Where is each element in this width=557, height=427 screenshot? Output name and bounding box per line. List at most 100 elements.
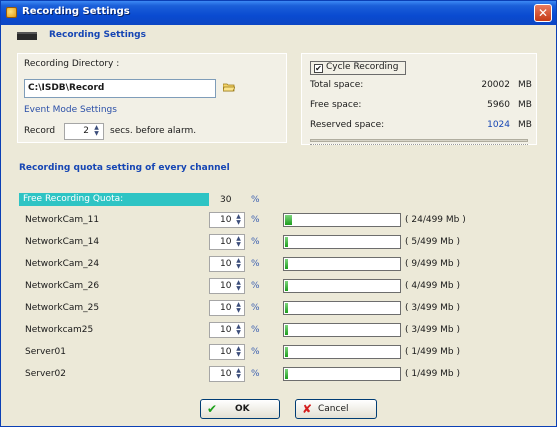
channel-quota-value: 10 [220, 281, 232, 291]
cycle-recording-checkbox[interactable]: ✔ Cycle Recording [310, 61, 406, 75]
storage-row-value: 1024 [487, 120, 510, 130]
directory-label: Recording Directory : [24, 59, 120, 69]
cancel-button-label: Cancel [318, 404, 349, 414]
channel-usage-text: ( 4/499 Mb ) [405, 281, 461, 291]
channel-row: NetworkCam_24 10 ▲ ▼% ( 9/499 Mb ) [1, 255, 557, 275]
storage-row-label: Free space: [310, 100, 362, 110]
channel-quota-stepper[interactable]: 10 ▲ ▼ [209, 322, 245, 338]
cross-icon: ✘ [302, 402, 313, 416]
channel-usage-text: ( 3/499 Mb ) [405, 325, 461, 335]
directory-field[interactable]: C:\ISDB\Record [24, 79, 216, 98]
spin-arrows-icon[interactable]: ▲ ▼ [234, 258, 243, 270]
free-quota-unit: % [251, 195, 260, 205]
storage-row-unit: MB [518, 80, 532, 90]
close-button[interactable]: ✕ [534, 4, 552, 22]
spin-arrows-icon[interactable]: ▲ ▼ [234, 324, 243, 336]
channel-quota-unit: % [251, 303, 260, 313]
channel-row: NetworkCam_26 10 ▲ ▼% ( 4/499 Mb ) [1, 277, 557, 297]
channel-quota-value: 10 [220, 303, 232, 313]
channel-quota-unit: % [251, 215, 260, 225]
cycle-recording-label: Cycle Recording [326, 62, 399, 72]
spin-arrows-icon[interactable]: ▲ ▼ [234, 214, 243, 226]
ok-button-label: OK [235, 404, 250, 414]
channel-quota-value: 10 [220, 259, 232, 269]
spin-arrows-icon[interactable]: ▲ ▼ [234, 302, 243, 314]
channel-quota-value: 10 [220, 369, 232, 379]
channel-name: Server02 [25, 369, 66, 379]
window-title: Recording Settings [22, 6, 130, 17]
record-label: Record [24, 126, 56, 136]
channel-name: Server01 [25, 347, 66, 357]
reserved-space-slider[interactable] [310, 139, 528, 142]
free-quota-value: 30 [220, 195, 232, 205]
channel-row: Server02 10 ▲ ▼% ( 1/499 Mb ) [1, 365, 557, 385]
channel-row: NetworkCam_25 10 ▲ ▼% ( 3/499 Mb ) [1, 299, 557, 319]
channel-usage-text: ( 5/499 Mb ) [405, 237, 461, 247]
channel-usage-fill [285, 347, 288, 357]
spin-arrows-icon[interactable]: ▲ ▼ [234, 368, 243, 380]
storage-panel: ✔ Cycle Recording Total space: 20002 MB Fre… [301, 53, 537, 145]
channel-quota-stepper[interactable]: 10 ▲ ▼ [209, 278, 245, 294]
channel-usage-bar [283, 257, 401, 271]
cancel-button[interactable]: ✘ Cancel [295, 399, 377, 419]
channel-quota-stepper[interactable]: 10 ▲ ▼ [209, 256, 245, 272]
storage-row-value: 20002 [481, 80, 510, 90]
channel-quota-stepper[interactable]: 10 ▲ ▼ [209, 366, 245, 382]
spin-arrows-icon[interactable]: ▲ ▼ [234, 236, 243, 248]
spin-arrows-icon[interactable]: ▲ ▼ [234, 346, 243, 358]
free-quota-label: Free Recording Quota: [23, 194, 124, 204]
channel-quota-stepper[interactable]: 10 ▲ ▼ [209, 212, 245, 228]
channel-quota-unit: % [251, 259, 260, 269]
channel-name: NetworkCam_24 [25, 259, 100, 269]
channel-usage-bar [283, 279, 401, 293]
event-mode-label: Event Mode Settings [24, 105, 117, 115]
channel-usage-text: ( 3/499 Mb ) [405, 303, 461, 313]
quota-section-title: Recording quota setting of every channel [19, 163, 230, 173]
channel-usage-bar [283, 367, 401, 381]
channel-usage-fill [285, 237, 288, 247]
section-title: Recording Settings [49, 30, 146, 40]
channel-usage-bar [283, 301, 401, 315]
directory-panel: Recording Directory : C:\ISDB\Record Eve… [17, 53, 287, 143]
free-quota-row: Free Recording Quota: [19, 193, 209, 206]
channel-row: NetworkCam_11 10 ▲ ▼% ( 24/499 Mb ) [1, 211, 557, 231]
checkbox-checked-icon[interactable]: ✔ [314, 64, 323, 73]
channel-quota-value: 10 [220, 237, 232, 247]
checkmark-icon: ✔ [207, 402, 218, 416]
channel-row: NetworkCam_14 10 ▲ ▼% ( 5/499 Mb ) [1, 233, 557, 253]
browse-folder-icon[interactable] [223, 82, 235, 92]
channel-quota-unit: % [251, 347, 260, 357]
title-bar[interactable]: Recording Settings ✕ [1, 1, 556, 25]
channel-name: NetworkCam_25 [25, 303, 100, 313]
channel-row: Networkcam25 10 ▲ ▼% ( 3/499 Mb ) [1, 321, 557, 341]
record-after-label: secs. before alarm. [110, 126, 197, 136]
spin-arrows-icon[interactable]: ▲ ▼ [234, 280, 243, 292]
channel-quota-stepper[interactable]: 10 ▲ ▼ [209, 300, 245, 316]
channel-quota-value: 10 [220, 347, 232, 357]
channel-usage-fill [285, 259, 288, 269]
channel-usage-fill [285, 303, 288, 313]
channel-quota-stepper[interactable]: 10 ▲ ▼ [209, 344, 245, 360]
app-icon [6, 7, 17, 18]
channel-row: Server01 10 ▲ ▼% ( 1/499 Mb ) [1, 343, 557, 363]
channel-quota-unit: % [251, 237, 260, 247]
channel-usage-bar [283, 213, 401, 227]
channel-usage-fill [285, 281, 288, 291]
spin-arrows-icon[interactable]: ▲ ▼ [91, 125, 102, 138]
channel-name: NetworkCam_26 [25, 281, 100, 291]
ok-button[interactable]: ✔ OK [200, 399, 280, 419]
slider-ticks [310, 144, 528, 146]
channel-usage-fill [285, 215, 292, 225]
pre-alarm-seconds-stepper[interactable]: 2 ▲ ▼ [64, 123, 104, 140]
channel-usage-fill [285, 325, 288, 335]
channel-usage-fill [285, 369, 288, 379]
channel-usage-text: ( 1/499 Mb ) [405, 369, 461, 379]
channel-quota-stepper[interactable]: 10 ▲ ▼ [209, 234, 245, 250]
channel-usage-text: ( 24/499 Mb ) [405, 215, 466, 225]
channel-usage-text: ( 9/499 Mb ) [405, 259, 461, 269]
section-header: Recording Settings [17, 29, 537, 45]
storage-row-label: Total space: [310, 80, 364, 90]
channel-name: Networkcam25 [25, 325, 94, 335]
channel-usage-bar [283, 235, 401, 249]
channel-quota-unit: % [251, 281, 260, 291]
